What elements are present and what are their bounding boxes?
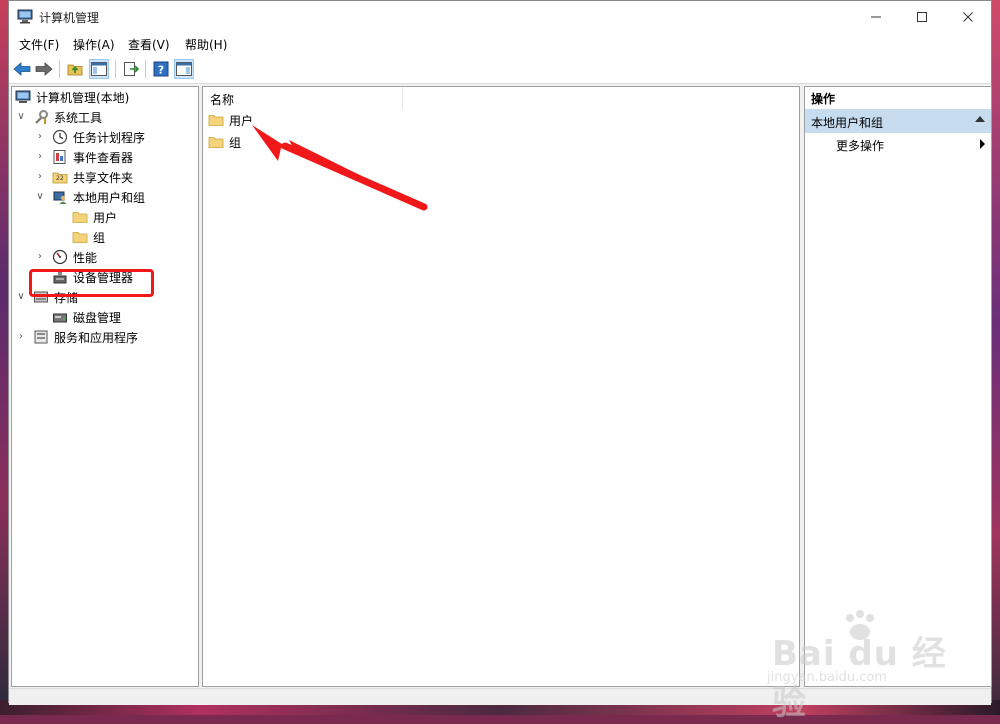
menu-help[interactable]: 帮助(H) (185, 36, 227, 53)
close-button[interactable] (945, 1, 991, 32)
tree-item-computer-management[interactable]: 计算机管理(本地) (15, 87, 129, 107)
actions-header-label: 操作 (811, 92, 836, 106)
toolbar: ? (9, 54, 991, 84)
chevron-right-icon[interactable]: › (34, 171, 46, 183)
users-groups-icon (53, 191, 67, 204)
folder-icon (208, 137, 224, 148)
tree-item-label: 磁盘管理 (73, 310, 122, 325)
computer-management-icon (17, 9, 33, 24)
tree-item-shared-folders[interactable]: › 22 共享文件夹 (34, 167, 133, 187)
export-button[interactable] (121, 59, 141, 79)
chevron-right-icon[interactable]: › (34, 251, 46, 263)
help-button[interactable]: ? (151, 59, 171, 79)
actions-section-label: 本地用户和组 (811, 116, 884, 130)
tree-item-label: 本地用户和组 (73, 190, 146, 205)
toolbar-separator (59, 60, 60, 78)
tree-item-label: 共享文件夹 (73, 170, 134, 185)
list-item-label: 用户 (229, 113, 254, 128)
actions-section-local-users-groups[interactable]: 本地用户和组 (805, 109, 991, 133)
clock-icon (52, 129, 68, 145)
column-header-label: 名称 (210, 93, 235, 107)
chevron-down-icon[interactable]: ∨ (34, 191, 46, 203)
watermark-url: jingyan.baidu.com (767, 670, 887, 685)
tree-item-label: 用户 (93, 210, 118, 225)
back-icon (13, 62, 31, 76)
menu-bar: 文件(F) 操作(A) 查看(V) 帮助(H) (9, 32, 991, 54)
more-actions-item[interactable]: 更多操作 (805, 135, 991, 155)
chevron-down-icon[interactable]: ∨ (15, 111, 27, 123)
forward-icon (35, 62, 53, 76)
up-folder-icon (67, 64, 83, 76)
list-item-label: 组 (229, 135, 242, 150)
minimize-button[interactable] (853, 1, 899, 32)
tree-item-label: 系统工具 (54, 110, 103, 125)
chevron-right-icon[interactable]: › (34, 131, 46, 143)
maximize-button[interactable] (899, 1, 945, 32)
tree-item-groups[interactable]: 组 (72, 227, 105, 247)
chevron-down-icon[interactable]: ∨ (15, 291, 27, 303)
menu-view[interactable]: 查看(V) (128, 36, 170, 53)
list-item[interactable]: 组 (208, 132, 241, 152)
toolbar-separator (145, 60, 146, 78)
submenu-arrow-icon (980, 139, 985, 149)
tree-item-label: 服务和应用程序 (54, 330, 139, 345)
tree-item-task-scheduler[interactable]: › 任务计划程序 (34, 127, 145, 147)
computer-management-window: 计算机管理 文件(F) 操作(A) 查看(V) 帮助(H) ? 计算机管理(本地… (8, 0, 992, 705)
list-item[interactable]: 用户 (208, 110, 253, 130)
menu-action[interactable]: 操作(A) (73, 36, 115, 53)
services-icon (34, 330, 48, 344)
chevron-right-icon[interactable]: › (15, 331, 27, 343)
up-folder-button[interactable] (65, 59, 85, 79)
forward-button[interactable] (34, 59, 54, 79)
event-viewer-icon (53, 150, 66, 164)
tree-item-users[interactable]: 用户 (72, 207, 117, 227)
folder-icon (72, 212, 88, 223)
tree-item-services-apps[interactable]: › 服务和应用程序 (15, 327, 138, 347)
tree-item-local-users-groups[interactable]: ∨ 本地用户和组 (34, 187, 145, 207)
toolbar-separator (115, 60, 116, 78)
window-title: 计算机管理 (39, 11, 100, 25)
show-tree-button[interactable] (89, 59, 109, 79)
close-icon (963, 11, 973, 22)
show-action-pane-button[interactable] (174, 59, 194, 79)
show-action-pane-icon (176, 62, 192, 76)
export-icon (124, 62, 139, 76)
performance-icon (52, 249, 68, 265)
actions-header: 操作 (805, 87, 991, 107)
maximize-icon (917, 11, 927, 22)
help-icon: ? (153, 61, 169, 77)
title-bar[interactable]: 计算机管理 (9, 1, 991, 32)
console-tree-pane[interactable]: 计算机管理(本地) ∨ 系统工具 › 任务计划程序 › 事件查看器 › 22 共… (11, 86, 199, 687)
tree-item-disk-management[interactable]: 磁盘管理 (52, 307, 121, 327)
tree-item-label: 性能 (73, 250, 98, 265)
minimize-icon (871, 16, 881, 17)
show-tree-icon (91, 62, 107, 76)
tree-item-label: 任务计划程序 (73, 130, 146, 145)
shared-folder-icon: 22 (52, 172, 68, 184)
menu-file[interactable]: 文件(F) (19, 36, 59, 53)
tree-item-label: 计算机管理(本地) (36, 90, 130, 105)
back-button[interactable] (12, 59, 32, 79)
tree-item-performance[interactable]: › 性能 (34, 247, 97, 267)
actions-pane: 操作 本地用户和组 更多操作 (804, 86, 992, 687)
tree-item-event-viewer[interactable]: › 事件查看器 (34, 147, 133, 167)
baidu-watermark: Bai du 经验 jingyan.baidu.com (762, 610, 962, 723)
chevron-right-icon[interactable]: › (34, 151, 46, 163)
tree-item-label: 事件查看器 (73, 150, 134, 165)
svg-text:22: 22 (56, 175, 64, 182)
tree-item-system-tools[interactable]: ∨ 系统工具 (15, 107, 102, 127)
folder-icon (208, 115, 224, 126)
computer-management-icon (15, 90, 31, 103)
collapse-up-icon[interactable] (975, 116, 985, 122)
column-header-name[interactable]: 名称 (203, 87, 403, 109)
svg-text:?: ? (158, 64, 164, 77)
tree-item-label: 组 (93, 230, 106, 245)
highlight-box (29, 269, 154, 297)
disk-management-icon (53, 313, 67, 323)
more-actions-label: 更多操作 (836, 139, 885, 153)
system-tools-icon (35, 110, 48, 124)
folder-icon (72, 232, 88, 243)
results-list-pane[interactable]: 名称 用户 组 (202, 86, 800, 687)
